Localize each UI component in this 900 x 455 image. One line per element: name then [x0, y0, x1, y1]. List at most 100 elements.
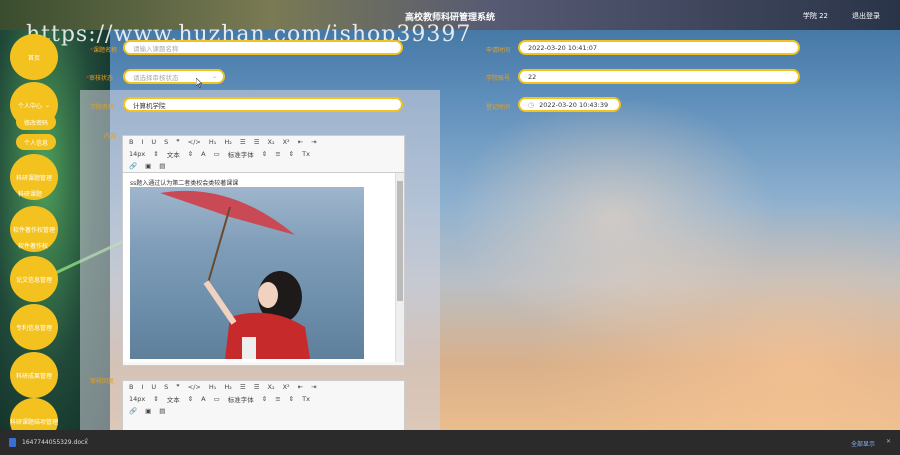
content-rich-editor: B I U S ❞ </> H₁ H₂ ☰ ☰ X₂ X² ⇤ ⇥ 14px ⇕… — [122, 135, 405, 366]
chevron-down-icon: ⌄ — [211, 73, 217, 80]
college-account-label: 学院账号 — [486, 75, 511, 82]
subscript-button[interactable]: X₂ — [268, 383, 275, 391]
indent-button[interactable]: ⇥ — [311, 138, 316, 146]
image-icon[interactable]: ▣ — [145, 162, 151, 170]
sidebar-item-achievement-mgmt[interactable]: 科研成果管理 — [10, 352, 58, 398]
bold-button[interactable]: B — [129, 383, 133, 391]
editor-scrollbar[interactable] — [395, 173, 404, 362]
register-time-label: 登记时间 — [486, 104, 511, 111]
sidebar-subitem-software-copyright[interactable]: 软件著作权 — [18, 241, 48, 250]
font-size-arrow-icon: ⇕ — [153, 150, 159, 158]
font-family-arrow-icon: ⇕ — [261, 395, 268, 403]
close-icon[interactable]: ✕ — [886, 438, 891, 445]
font-family-arrow-icon: ⇕ — [261, 150, 268, 158]
background-color-button[interactable]: ▭ — [214, 395, 220, 403]
sidebar-subitem-personal-info[interactable]: 个人信息 — [16, 134, 56, 150]
bullet-list-button[interactable]: ☰ — [254, 138, 260, 146]
outdent-button[interactable]: ⇤ — [298, 138, 303, 146]
review-reply-label: 审核回复 — [90, 378, 115, 385]
outdent-button[interactable]: ⇤ — [298, 383, 303, 391]
bold-button[interactable]: B — [129, 138, 133, 146]
bullet-list-button[interactable]: ☰ — [254, 383, 260, 391]
h1-button[interactable]: H₁ — [209, 383, 217, 391]
h2-button[interactable]: H₂ — [224, 383, 232, 391]
ordered-list-button[interactable]: ☰ — [240, 138, 246, 146]
apply-time-label: 申请时间 — [486, 47, 511, 54]
align-button[interactable]: ≡ — [275, 150, 280, 158]
text-style-select[interactable]: 文本 — [167, 149, 180, 159]
font-family-select[interactable]: 标准字体 — [228, 394, 254, 404]
logout-button[interactable]: 退出登录 — [852, 11, 880, 21]
font-color-button[interactable]: A — [201, 395, 205, 403]
umbrella-girl-illustration — [160, 190, 310, 359]
align-button[interactable]: ≡ — [275, 395, 280, 403]
underline-button[interactable]: U — [151, 138, 156, 146]
align-arrow-icon: ⇕ — [288, 395, 295, 403]
font-color-button[interactable]: A — [201, 150, 205, 158]
font-size-select[interactable]: 14px — [129, 150, 145, 158]
font-size-arrow-icon: ⇕ — [153, 395, 159, 403]
quote-button[interactable]: ❞ — [176, 383, 180, 391]
editor-content-area[interactable]: ss题入通过认为第二者类权会类较著课课 — [123, 172, 404, 362]
apply-time-input[interactable]: 2022-03-20 10:41:07 — [518, 40, 800, 55]
video-icon[interactable]: ▤ — [159, 162, 165, 170]
content-label: 内容 — [104, 133, 117, 140]
document-icon — [9, 438, 16, 447]
ordered-list-button[interactable]: ☰ — [240, 383, 246, 391]
background-clouds — [380, 100, 900, 430]
strike-button[interactable]: S — [164, 138, 168, 146]
clear-format-button[interactable]: Tx — [302, 395, 310, 403]
video-icon[interactable]: ▤ — [159, 407, 165, 415]
sidebar-item-home[interactable]: 首页 — [10, 34, 58, 80]
register-time-picker[interactable]: ◷ 2022-03-20 10:43:39 — [518, 97, 621, 112]
italic-button[interactable]: I — [141, 138, 143, 146]
superscript-button[interactable]: X² — [283, 383, 290, 391]
chevron-down-icon: ⌄ — [44, 101, 51, 109]
sidebar-item-patent-mgmt[interactable]: 专利信息管理 — [10, 304, 58, 350]
h1-button[interactable]: H₁ — [209, 138, 217, 146]
editor-toolbar-row: B I U S ❞ </> H₁ H₂ ☰ ☰ X₂ X² ⇤ ⇥ — [123, 381, 404, 393]
font-family-select[interactable]: 标准字体 — [228, 149, 254, 159]
editor-content-text: ss题入通过认为第二者类权会类较著课课 — [130, 180, 239, 187]
editor-toolbar-row: 🔗 ▣ ▤ — [123, 160, 404, 172]
content-photo — [130, 187, 364, 359]
font-size-select[interactable]: 14px — [129, 395, 145, 403]
quote-button[interactable]: ❞ — [176, 138, 180, 146]
editor-toolbar-row: B I U S ❞ </> H₁ H₂ ☰ ☰ X₂ X² ⇤ ⇥ — [123, 136, 404, 148]
clear-format-button[interactable]: Tx — [302, 150, 310, 158]
scrollbar-thumb[interactable] — [397, 181, 403, 301]
current-user: 学院 22 — [802, 12, 828, 20]
background-color-button[interactable]: ▭ — [214, 150, 220, 158]
college-account-input[interactable]: 22 — [518, 69, 800, 84]
college-name-label: 学院名称 — [90, 104, 115, 111]
sidebar-item-paper-mgmt[interactable]: 论文信息管理 — [10, 256, 58, 302]
editor-toolbar-row: 14px ⇕ 文本 ⇕ A ▭ 标准字体 ⇕ ≡ ⇕ Tx — [123, 148, 404, 160]
code-button[interactable]: </> — [188, 383, 201, 391]
downloaded-file[interactable]: 1647744055329.docx — [22, 439, 88, 446]
review-status-label: *审核状态 — [86, 75, 114, 82]
editor-toolbar-row: 14px ⇕ 文本 ⇕ A ▭ 标准字体 ⇕ ≡ ⇕ Tx — [123, 393, 404, 405]
link-icon[interactable]: 🔗 — [129, 407, 137, 415]
image-icon[interactable]: ▣ — [145, 407, 151, 415]
sidebar-subitem-change-password[interactable]: 修改密码 — [16, 114, 56, 130]
text-style-select[interactable]: 文本 — [167, 394, 180, 404]
underline-button[interactable]: U — [151, 383, 156, 391]
subscript-button[interactable]: X₂ — [268, 138, 275, 146]
chevron-up-icon[interactable]: ^ — [84, 438, 89, 445]
code-button[interactable]: </> — [188, 138, 201, 146]
mouse-pointer-icon — [196, 78, 202, 88]
sidebar-subitem-research-topic[interactable]: 科研课题 — [18, 189, 42, 198]
topic-name-input[interactable]: 请输入课题名称 — [123, 40, 403, 55]
show-all-downloads-link[interactable]: 全部显示 — [851, 439, 875, 448]
link-icon[interactable]: 🔗 — [129, 162, 137, 170]
align-arrow-icon: ⇕ — [288, 150, 295, 158]
strike-button[interactable]: S — [164, 383, 168, 391]
review-status-select[interactable]: 请选择审核状态 ⌄ — [123, 69, 225, 84]
h2-button[interactable]: H₂ — [224, 138, 232, 146]
college-name-input[interactable]: 计算机学院 — [123, 97, 403, 112]
editor-toolbar-row: 🔗 ▣ ▤ — [123, 405, 404, 417]
italic-button[interactable]: I — [141, 383, 143, 391]
superscript-button[interactable]: X² — [283, 138, 290, 146]
text-style-arrow-icon: ⇕ — [187, 150, 194, 158]
indent-button[interactable]: ⇥ — [311, 383, 316, 391]
